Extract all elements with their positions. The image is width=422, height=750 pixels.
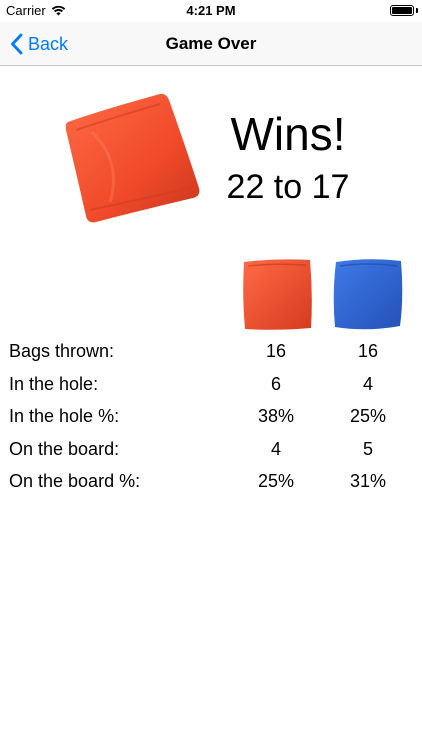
stat-label: In the hole %:: [9, 406, 120, 426]
stat-value-blue: 25%: [349, 406, 387, 426]
stat-value-blue: 16: [357, 341, 379, 361]
stat-label: On the board:: [9, 438, 120, 459]
result-headline: Wins!: [230, 108, 346, 160]
stat-value-red: 16: [265, 341, 287, 361]
stat-row-on-the-board-percent: On the board %: 25% 31%: [0, 466, 422, 499]
chevron-left-icon: [11, 33, 23, 55]
stat-value-blue: 4: [362, 373, 373, 394]
stat-row-bags-thrown: Bags thrown: 16 16: [0, 336, 422, 369]
winner-beanbag-icon: [65, 93, 200, 223]
stat-value-red: 6: [270, 373, 281, 394]
back-button[interactable]: Back: [10, 22, 68, 66]
stat-value-red: 25%: [257, 471, 295, 491]
blue-team-beanbag-icon: [333, 259, 403, 330]
stat-row-in-the-hole: In the hole: 6 4: [0, 369, 422, 402]
red-team-beanbag-icon: [243, 259, 312, 330]
stat-label: In the hole:: [9, 373, 99, 394]
stat-value-blue: 5: [362, 438, 373, 459]
stats-table: Bags thrown: 16 16 In the hole: 6 4 In t…: [0, 336, 422, 499]
navigation-bar: Game Over Back: [0, 22, 422, 66]
battery-level: [392, 7, 412, 14]
stat-value-blue: 31%: [349, 471, 387, 491]
back-label: Back: [28, 33, 69, 54]
status-bar: Carrier 4:21 PM: [0, 0, 422, 22]
final-score: 22 to 17: [226, 168, 350, 206]
battery-icon: [390, 5, 414, 16]
stat-label: Bags thrown:: [9, 341, 115, 361]
stat-value-red: 4: [270, 438, 281, 459]
battery-tip: [416, 8, 418, 13]
stat-row-on-the-board: On the board: 4 5: [0, 434, 422, 467]
stat-value-red: 38%: [257, 406, 295, 426]
status-time: 4:21 PM: [186, 3, 236, 18]
stat-label: On the board %:: [9, 471, 141, 491]
stat-row-in-the-hole-percent: In the hole %: 38% 25%: [0, 401, 422, 434]
